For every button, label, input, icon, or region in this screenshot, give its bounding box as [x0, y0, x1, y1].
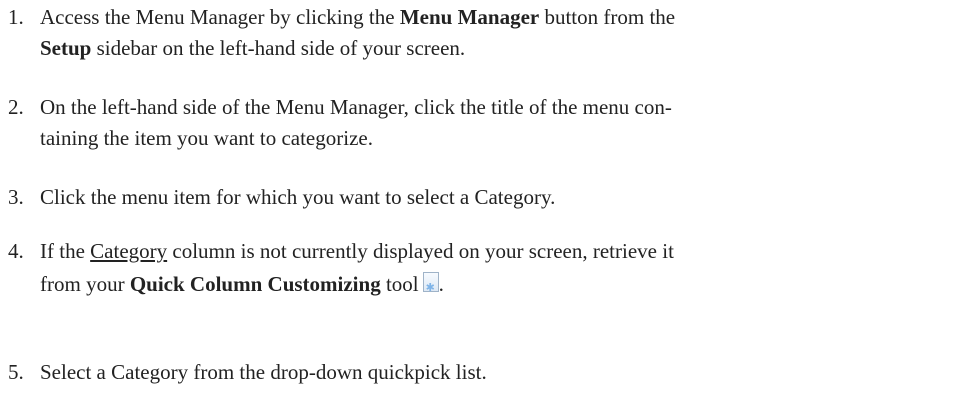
step-number: 2. — [8, 95, 24, 119]
step-number: 4. — [8, 239, 24, 263]
step-3: 3. Click the menu item for which you wan… — [8, 182, 953, 213]
step-1: 1. Access the Menu Manager by clicking t… — [8, 2, 953, 64]
menu-manager-label: Menu Manager — [399, 5, 540, 29]
step-number: 5. — [8, 360, 24, 384]
step-number: 1. — [8, 5, 24, 29]
step-number: 3. — [8, 185, 24, 209]
instruction-steps: 1. Access the Menu Manager by clicking t… — [0, 0, 961, 400]
step-2: 2. On the left-hand side of the Menu Man… — [8, 92, 953, 154]
step-5: 5. Select a Category from the drop-down … — [8, 357, 953, 388]
setup-label: Setup — [40, 36, 92, 60]
quick-column-customizing-label: Quick Column Customizing — [129, 272, 381, 296]
category-column-label: Category — [90, 239, 168, 263]
step-4: 4. If the Category column is not current… — [8, 236, 953, 303]
step-text: Access the Menu Manager by clicking the — [40, 5, 400, 29]
step-text: On the left-hand side of the Menu Manage… — [40, 95, 672, 119]
step-text: Click the menu item for which you want t… — [40, 185, 556, 209]
step-text: Select a Category from the drop-down qui… — [40, 360, 487, 384]
step-text: taining the item you want to categorize. — [40, 126, 373, 150]
quick-column-customizing-icon — [422, 272, 439, 303]
step-text: from your — [40, 272, 130, 296]
step-text: button from the — [539, 5, 676, 29]
step-text: tool — [380, 272, 419, 296]
step-text: sidebar on the left-hand side of your sc… — [91, 36, 466, 60]
step-text: column is not currently displayed on you… — [167, 239, 674, 263]
step-text: If the — [40, 239, 91, 263]
step-text: . — [438, 272, 444, 296]
